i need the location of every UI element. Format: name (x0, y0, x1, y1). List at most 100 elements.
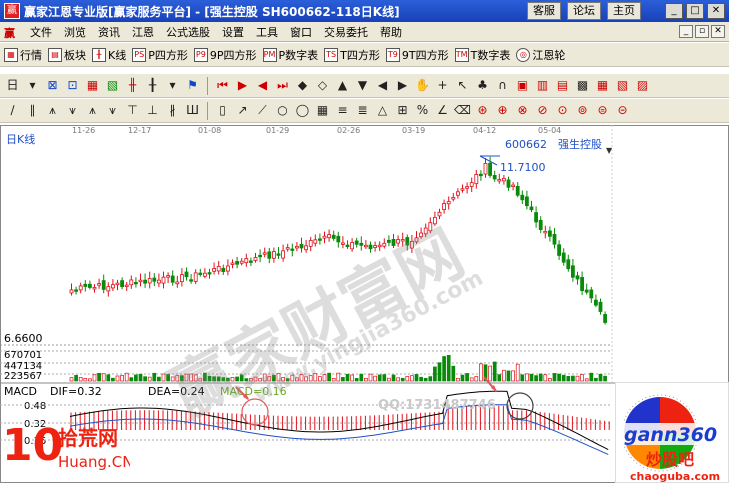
angle-tool-icon[interactable]: ∠ (434, 102, 451, 119)
kline-chart-area[interactable]: 11-26 12-17 01-08 01-29 02-26 03-19 04-12 05-04… (0, 125, 729, 483)
line-tool-icon[interactable]: ∕ (4, 102, 21, 119)
gann-icon-2[interactable]: ⊕ (494, 102, 511, 119)
tool-icon-b[interactable]: ▤ (554, 77, 571, 94)
day-period-icon[interactable]: 日 (4, 77, 21, 94)
tree-icon[interactable]: ♣ (474, 77, 491, 94)
gann-icon-3[interactable]: ⊗ (514, 102, 531, 119)
tool-icon-c[interactable]: ▦ (594, 77, 611, 94)
menu-gann[interactable]: 江恩 (126, 24, 160, 40)
menu-settings[interactable]: 设置 (216, 24, 250, 40)
first-icon[interactable]: ⏮ (214, 77, 231, 94)
cycle-icon[interactable]: Ш (184, 102, 201, 119)
bar-type-icon[interactable]: ╂ (144, 77, 161, 94)
menu-browse[interactable]: 浏览 (58, 24, 92, 40)
fan-icon-4[interactable]: ⩛ (104, 102, 121, 119)
tool-icon-d[interactable]: ▧ (614, 77, 631, 94)
fan-icon-3[interactable]: ⩚ (84, 102, 101, 119)
eraser-icon[interactable]: ⌫ (454, 102, 471, 119)
analysis-icon-3[interactable]: ▦ (84, 77, 101, 94)
magnet-icon[interactable]: ∩ (494, 77, 511, 94)
circle-tool-icon[interactable]: ○ (274, 102, 291, 119)
zoom-in-icon[interactable]: ◆ (294, 77, 311, 94)
move-down-icon[interactable]: ▼ (354, 77, 371, 94)
t9-square-button[interactable]: T9 9T四方形 (385, 47, 449, 63)
arrow-tool-icon[interactable]: ↗ (234, 102, 251, 119)
menu-help[interactable]: 帮助 (374, 24, 408, 40)
analysis-icon-4[interactable]: ▧ (104, 77, 121, 94)
p9-square-button[interactable]: P9 9P四方形 (193, 47, 257, 63)
move-up-icon[interactable]: ▲ (334, 77, 351, 94)
fan-icon-6[interactable]: ⊥ (144, 102, 161, 119)
move-left-icon[interactable]: ◀ (374, 77, 391, 94)
candle-body (506, 179, 511, 188)
next-icon[interactable]: ▶ (234, 77, 251, 94)
menu-trade[interactable]: 交易委托 (318, 24, 374, 40)
tool-icon-e[interactable]: ▨ (634, 77, 651, 94)
expand-arrow-icon[interactable]: ▼ (606, 146, 613, 155)
p-table-button[interactable]: PM P数字表 (262, 47, 318, 63)
menu-tools[interactable]: 工具 (250, 24, 284, 40)
analysis-icon-2[interactable]: ⊡ (64, 77, 81, 94)
homepage-button[interactable]: 主页 (607, 2, 641, 20)
quote-button[interactable]: ▦ 行情 (4, 47, 42, 63)
text-tool-icon[interactable]: ≣ (354, 102, 371, 119)
t-square-button[interactable]: TS T四方形 (324, 47, 380, 63)
analysis-icon-1[interactable]: ⊠ (44, 77, 61, 94)
fan-icon-1[interactable]: ⩚ (44, 102, 61, 119)
save-icon[interactable]: ▩ (574, 77, 591, 94)
net-tool-icon[interactable]: ⊞ (394, 102, 411, 119)
flag-icon[interactable]: ⚑ (184, 77, 201, 94)
grid-tool-icon[interactable]: ▦ (314, 102, 331, 119)
gann-icon-7[interactable]: ⊜ (594, 102, 611, 119)
last-icon[interactable]: ⏭ (274, 77, 291, 94)
menu-file[interactable]: 文件 (24, 24, 58, 40)
gann-icon-5[interactable]: ⊙ (554, 102, 571, 119)
gann-icon-4[interactable]: ⊘ (534, 102, 551, 119)
close-icon[interactable]: ✕ (707, 3, 725, 19)
candle-type-icon[interactable]: ╫ (124, 77, 141, 94)
mdi-close-icon[interactable]: ✕ (711, 25, 725, 38)
volume-bar (584, 378, 589, 382)
forum-button[interactable]: 论坛 (567, 2, 601, 20)
percent-tool-icon[interactable]: % (414, 102, 431, 119)
menu-window[interactable]: 窗口 (284, 24, 318, 40)
move-right-icon[interactable]: ▶ (394, 77, 411, 94)
cursor-icon[interactable]: ↖ (454, 77, 471, 94)
p-square-button[interactable]: PS P四方形 (132, 47, 188, 63)
dropdown-arrow-icon[interactable]: ▾ (24, 77, 41, 94)
ray-tool-icon[interactable]: ⟋ (254, 102, 271, 119)
mdi-minimize-icon[interactable]: _ (679, 25, 693, 38)
crosshair-icon[interactable]: + (434, 77, 451, 94)
mdi-restore-icon[interactable]: ▫ (695, 25, 709, 38)
t-table-button[interactable]: TM T数字表 (454, 47, 510, 63)
parallel-icon[interactable]: ∥ (24, 102, 41, 119)
sector-button[interactable]: ▤ 板块 (48, 47, 86, 63)
menu-info[interactable]: 资讯 (92, 24, 126, 40)
hand-icon[interactable]: ✋ (414, 77, 431, 94)
tool-icon-a[interactable]: ▥ (534, 77, 551, 94)
gann-icon-1[interactable]: ⊛ (474, 102, 491, 119)
calendar-icon[interactable]: ▣ (514, 77, 531, 94)
fan-icon-2[interactable]: ⩛ (64, 102, 81, 119)
kline-button[interactable]: ╫ K线 (92, 47, 126, 63)
fan-icon-7[interactable]: ∦ (164, 102, 181, 119)
minimize-icon[interactable]: _ (665, 3, 683, 19)
candle-body (529, 206, 534, 211)
ellipse-tool-icon[interactable]: ◯ (294, 102, 311, 119)
fib-tool-icon[interactable]: ≡ (334, 102, 351, 119)
service-button[interactable]: 客服 (527, 2, 561, 20)
prev-icon[interactable]: ◀ (254, 77, 271, 94)
gann-wheel-button[interactable]: ◎ 江恩轮 (516, 47, 565, 63)
gann-icon-6[interactable]: ⊚ (574, 102, 591, 119)
maximize-icon[interactable]: □ (686, 3, 704, 19)
triangle-tool-icon[interactable]: △ (374, 102, 391, 119)
fan-icon-5[interactable]: ⊤ (124, 102, 141, 119)
left-site-logo: 10 拾荒网 Huang.CN (0, 405, 133, 483)
bar-dropdown-icon[interactable]: ▾ (164, 77, 181, 94)
volume-bar (492, 361, 497, 382)
box-tool-icon[interactable]: ▯ (214, 102, 231, 119)
menu-formula[interactable]: 公式选股 (160, 24, 216, 40)
candle-body (474, 174, 479, 185)
zoom-out-icon[interactable]: ◇ (314, 77, 331, 94)
gann-icon-8[interactable]: ⊝ (614, 102, 631, 119)
